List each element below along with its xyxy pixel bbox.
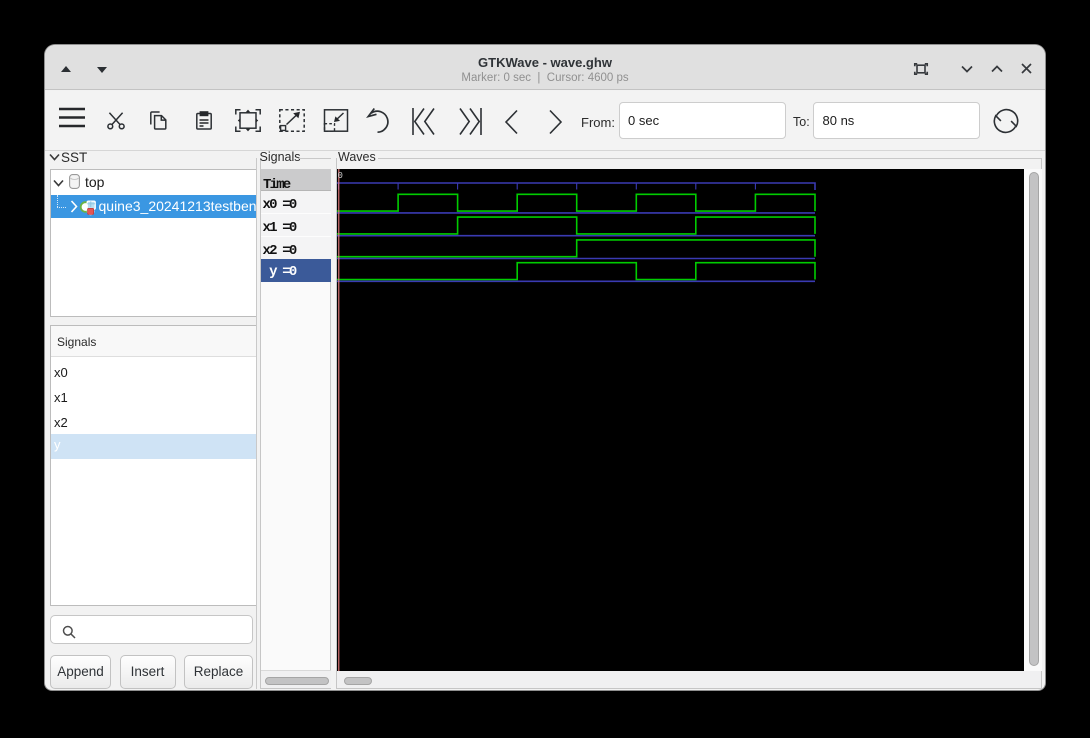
svg-text:0: 0 — [338, 171, 343, 181]
